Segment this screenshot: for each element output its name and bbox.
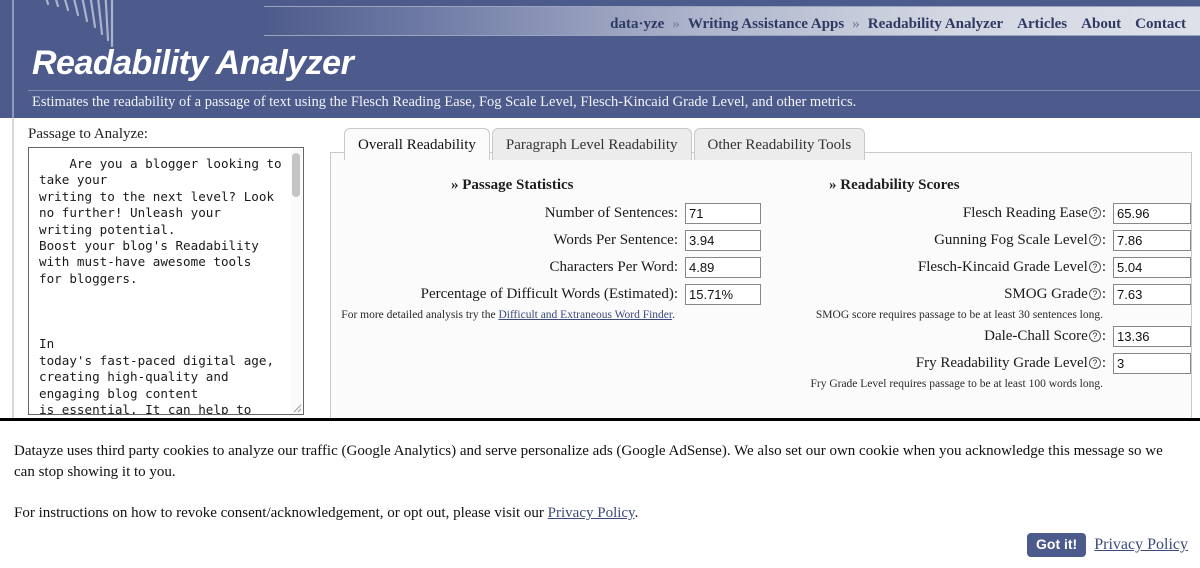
difficult-words-note-suffix: . bbox=[672, 309, 675, 321]
nav-about[interactable]: About bbox=[1081, 16, 1121, 33]
passage-scrollbar-thumb[interactable] bbox=[292, 153, 300, 197]
stat-value-number-of-sentences[interactable]: 71 bbox=[685, 203, 761, 224]
page-title: Readability Analyzer bbox=[32, 44, 354, 82]
smog-note: SMOG score requires passage to be at lea… bbox=[815, 309, 1103, 321]
cookie-paragraph-2: For instructions on how to revoke consen… bbox=[14, 503, 1186, 524]
cookie-actions: Got it! Privacy Policy bbox=[1027, 533, 1188, 557]
difficult-extraneous-word-finder-link[interactable]: Difficult and Extraneous Word Finder bbox=[498, 309, 672, 321]
stat-label-words-per-sentence: Words Per Sentence: bbox=[553, 232, 678, 248]
results-column: Overall Readability Paragraph Level Read… bbox=[330, 118, 1192, 418]
help-icon-smog-grade[interactable]: ? bbox=[1088, 288, 1101, 300]
score-value-smog-grade[interactable]: 7.63 bbox=[1113, 284, 1191, 305]
score-value-flesch-kincaid-grade-level[interactable]: 5.04 bbox=[1113, 257, 1191, 278]
score-row-dale-chall-score: Dale-Chall Score?: 13.36 bbox=[761, 326, 1191, 347]
stat-row-percentage-difficult-words: Percentage of Difficult Words (Estimated… bbox=[331, 284, 761, 305]
score-label-text-fry-readability-grade-level: Fry Readability Grade Level bbox=[915, 355, 1088, 371]
tab-bar: Overall Readability Paragraph Level Read… bbox=[344, 128, 867, 160]
score-label-text-dale-chall-score: Dale-Chall Score bbox=[984, 328, 1088, 344]
readability-scores-section: » Readability Scores Flesch Reading Ease… bbox=[761, 177, 1191, 395]
score-label-text-smog-grade: SMOG Grade bbox=[1004, 286, 1088, 302]
top-navigation: data·yze » Writing Assistance Apps » Rea… bbox=[610, 13, 1186, 35]
stat-label-percentage-difficult-words: Percentage of Difficult Words (Estimated… bbox=[420, 286, 678, 302]
score-label-text-gunning-fog-scale-level: Gunning Fog Scale Level bbox=[934, 232, 1088, 248]
score-label-fry-readability-grade-level: Fry Readability Grade Level?: bbox=[915, 355, 1106, 371]
score-value-flesch-reading-ease[interactable]: 65.96 bbox=[1113, 203, 1191, 224]
score-label-flesch-kincaid-grade-level: Flesch-Kincaid Grade Level?: bbox=[917, 259, 1106, 275]
page-tagline: Estimates the readability of a passage o… bbox=[32, 94, 857, 110]
header-inner: data·yze » Writing Assistance Apps » Rea… bbox=[12, 0, 1200, 118]
score-row-flesch-reading-ease: Flesch Reading Ease?: 65.96 bbox=[761, 203, 1191, 224]
score-value-dale-chall-score[interactable]: 13.36 bbox=[1113, 326, 1191, 347]
tab-overall-readability[interactable]: Overall Readability bbox=[344, 128, 490, 160]
textarea-resize-handle-icon[interactable] bbox=[290, 401, 302, 413]
nav-articles[interactable]: Articles bbox=[1017, 16, 1067, 33]
stat-label-number-of-sentences: Number of Sentences: bbox=[544, 205, 678, 221]
tab-other-readability-tools[interactable]: Other Readability Tools bbox=[693, 128, 866, 160]
passage-label: Passage to Analyze: bbox=[28, 126, 148, 142]
score-label-text-flesch-reading-ease: Flesch Reading Ease bbox=[962, 205, 1088, 221]
passage-column: Passage to Analyze: Are you a blogger lo… bbox=[12, 118, 312, 418]
score-row-gunning-fog-scale-level: Gunning Fog Scale Level?: 7.86 bbox=[761, 230, 1191, 251]
cookie-privacy-policy-inline-link[interactable]: Privacy Policy bbox=[548, 505, 635, 521]
stat-row-number-of-sentences: Number of Sentences: 71 bbox=[331, 203, 761, 224]
stat-value-percentage-difficult-words[interactable]: 15.71% bbox=[685, 284, 761, 305]
score-row-fry-readability-grade-level: Fry Readability Grade Level?: 3 bbox=[761, 353, 1191, 374]
passage-textarea[interactable]: Are you a blogger looking to take your w… bbox=[29, 148, 303, 414]
difficult-words-note-prefix: For more detailed analysis try the bbox=[341, 309, 499, 321]
passage-textarea-container[interactable]: Are you a blogger looking to take your w… bbox=[28, 147, 304, 415]
score-label-gunning-fog-scale-level: Gunning Fog Scale Level?: bbox=[934, 232, 1106, 248]
nav-separator-1: » bbox=[672, 15, 680, 32]
score-label-text-flesch-kincaid-grade-level: Flesch-Kincaid Grade Level bbox=[917, 259, 1088, 275]
stat-row-words-per-sentence: Words Per Sentence: 3.94 bbox=[331, 230, 761, 251]
nav-separator-2: » bbox=[852, 15, 860, 32]
score-label-smog-grade: SMOG Grade?: bbox=[1004, 286, 1106, 302]
fry-note: Fry Grade Level requires passage to be a… bbox=[810, 378, 1103, 390]
difficult-words-note: For more detailed analysis try the Diffi… bbox=[331, 309, 761, 322]
score-label-flesch-reading-ease: Flesch Reading Ease?: bbox=[962, 205, 1106, 221]
nav-contact[interactable]: Contact bbox=[1135, 16, 1186, 33]
score-label-dale-chall-score: Dale-Chall Score?: bbox=[984, 328, 1106, 344]
nav-writing-assistance-apps[interactable]: Writing Assistance Apps bbox=[688, 16, 844, 33]
help-icon-dale-chall-score[interactable]: ? bbox=[1088, 330, 1101, 342]
passage-statistics-heading: » Passage Statistics bbox=[451, 177, 574, 193]
cookie-paragraph-2-suffix: . bbox=[634, 505, 639, 521]
results-panel: » Passage Statistics Number of Sentences… bbox=[330, 152, 1192, 418]
cookie-paragraph-2-prefix: For instructions on how to revoke consen… bbox=[14, 505, 548, 521]
cookie-privacy-policy-link[interactable]: Privacy Policy bbox=[1094, 536, 1188, 554]
site-header: data·yze » Writing Assistance Apps » Rea… bbox=[0, 0, 1200, 118]
nav-readability-analyzer[interactable]: Readability Analyzer bbox=[868, 16, 1003, 33]
score-value-fry-readability-grade-level[interactable]: 3 bbox=[1113, 353, 1191, 374]
tab-paragraph-level-readability[interactable]: Paragraph Level Readability bbox=[491, 128, 692, 160]
passage-statistics-section: » Passage Statistics Number of Sentences… bbox=[331, 177, 761, 395]
stat-row-characters-per-word: Characters Per Word: 4.89 bbox=[331, 257, 761, 278]
help-icon-flesch-reading-ease[interactable]: ? bbox=[1088, 207, 1101, 219]
page-body: Passage to Analyze: Are you a blogger lo… bbox=[0, 118, 1200, 421]
help-icon-fry-readability-grade-level[interactable]: ? bbox=[1088, 357, 1101, 369]
help-icon-gunning-fog-scale-level[interactable]: ? bbox=[1088, 234, 1101, 246]
readability-scores-heading: » Readability Scores bbox=[829, 177, 960, 193]
score-row-smog-grade: SMOG Grade?: 7.63 bbox=[761, 284, 1191, 305]
score-value-gunning-fog-scale-level[interactable]: 7.86 bbox=[1113, 230, 1191, 251]
score-row-flesch-kincaid-grade-level: Flesch-Kincaid Grade Level?: 5.04 bbox=[761, 257, 1191, 278]
passage-scrollbar[interactable] bbox=[291, 149, 302, 414]
nav-brand-datayze[interactable]: data·yze bbox=[610, 16, 664, 33]
tagline-container: Estimates the readability of a passage o… bbox=[28, 90, 1200, 111]
stat-value-words-per-sentence[interactable]: 3.94 bbox=[685, 230, 761, 251]
stat-value-characters-per-word[interactable]: 4.89 bbox=[685, 257, 761, 278]
help-icon-flesch-kincaid-grade-level[interactable]: ? bbox=[1088, 261, 1101, 273]
cookie-paragraph-1: Datayze uses third party cookies to anal… bbox=[14, 443, 1163, 480]
cookie-consent-banner: Datayze uses third party cookies to anal… bbox=[0, 421, 1200, 565]
stat-label-characters-per-word: Characters Per Word: bbox=[549, 259, 678, 275]
cookie-accept-button[interactable]: Got it! bbox=[1027, 533, 1087, 557]
